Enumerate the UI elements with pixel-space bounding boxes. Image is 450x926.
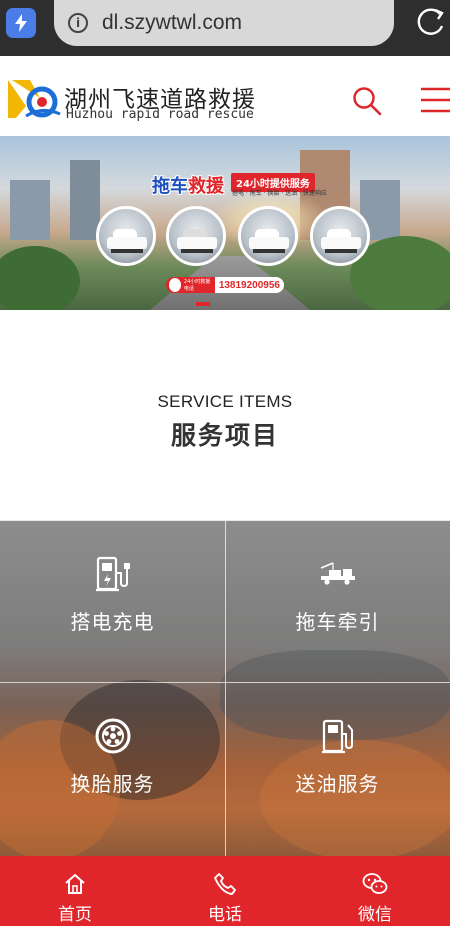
banner-title-red: 救援 [188, 176, 224, 197]
nav-label: 电话 [208, 905, 242, 925]
service-label: 拖车牵引 [295, 610, 380, 634]
nav-item-wechat[interactable]: 微信 [300, 856, 450, 926]
url-text[interactable]: dl.szywtwl.com [102, 11, 242, 35]
tow-truck-photo [166, 206, 226, 266]
hotline-bar[interactable]: 24小时救援电话 13819200956 [166, 277, 284, 293]
nav-item-home[interactable]: 首页 [0, 856, 150, 926]
building-shape [10, 180, 50, 240]
phone-icon [169, 278, 181, 292]
services-title-en: SERVICE ITEMS [157, 392, 293, 411]
hotline-label: 24小时救援电话 [183, 279, 211, 292]
tow-truck-photo [238, 206, 298, 266]
hotline-number[interactable]: 13819200956 [214, 277, 284, 293]
banner-title: 拖车救援 [152, 172, 224, 198]
tow-truck-photo [96, 206, 156, 266]
tree-shape [0, 246, 80, 310]
info-icon[interactable]: i [68, 13, 88, 33]
tow-truck-icon [319, 554, 357, 594]
nav-label: 微信 [358, 905, 392, 925]
logo-icon[interactable] [6, 76, 62, 124]
menu-icon[interactable] [420, 86, 450, 118]
nav-item-phone[interactable]: 电话 [150, 856, 300, 926]
tow-truck-photo [310, 206, 370, 266]
building-shape [70, 160, 100, 240]
banner-subtitle: 搭电 · 拖车 · 换胎 · 送油 · 快速响应 [232, 190, 327, 197]
home-icon [65, 874, 85, 894]
service-label: 送油服务 [295, 772, 380, 796]
reload-icon[interactable] [416, 6, 446, 42]
services-title-cn: 服务项目 [170, 421, 279, 450]
search-icon[interactable] [352, 86, 382, 120]
charging-station-icon [95, 554, 131, 594]
brand-name-en: Huzhou rapid road rescue [66, 107, 254, 122]
service-item-towing[interactable]: 拖车牵引 [225, 520, 450, 682]
browser-toolbar: i dl.szywtwl.com [0, 0, 450, 56]
tire-icon [95, 716, 131, 756]
address-bar[interactable]: i dl.szywtwl.com [54, 0, 394, 46]
service-item-charging[interactable]: 搭电充电 [0, 520, 225, 682]
service-label: 搭电充电 [70, 610, 155, 634]
wechat-icon [362, 873, 388, 894]
phone-icon [214, 873, 236, 895]
fuel-pump-icon [321, 716, 355, 756]
nav-label: 首页 [58, 905, 92, 925]
slide-indicator[interactable] [196, 302, 210, 306]
site-header: 湖州飞速道路救援 Huzhou rapid road rescue [0, 56, 450, 136]
banner-title-blue: 拖车 [152, 176, 188, 197]
lightning-tab-icon[interactable] [6, 8, 36, 38]
services-grid: 搭电充电 拖车牵引 换胎服务 送油服务 [0, 520, 450, 860]
bottom-nav: 首页 电话 微信 [0, 856, 450, 926]
service-item-fuel[interactable]: 送油服务 [225, 682, 450, 844]
service-item-tire[interactable]: 换胎服务 [0, 682, 225, 844]
services-heading: SERVICE ITEMS 服务项目 [0, 392, 450, 452]
hero-banner[interactable]: 拖车救援 24小时提供服务 搭电 · 拖车 · 换胎 · 送油 · 快速响应 2… [0, 136, 450, 310]
service-label: 换胎服务 [70, 772, 155, 796]
